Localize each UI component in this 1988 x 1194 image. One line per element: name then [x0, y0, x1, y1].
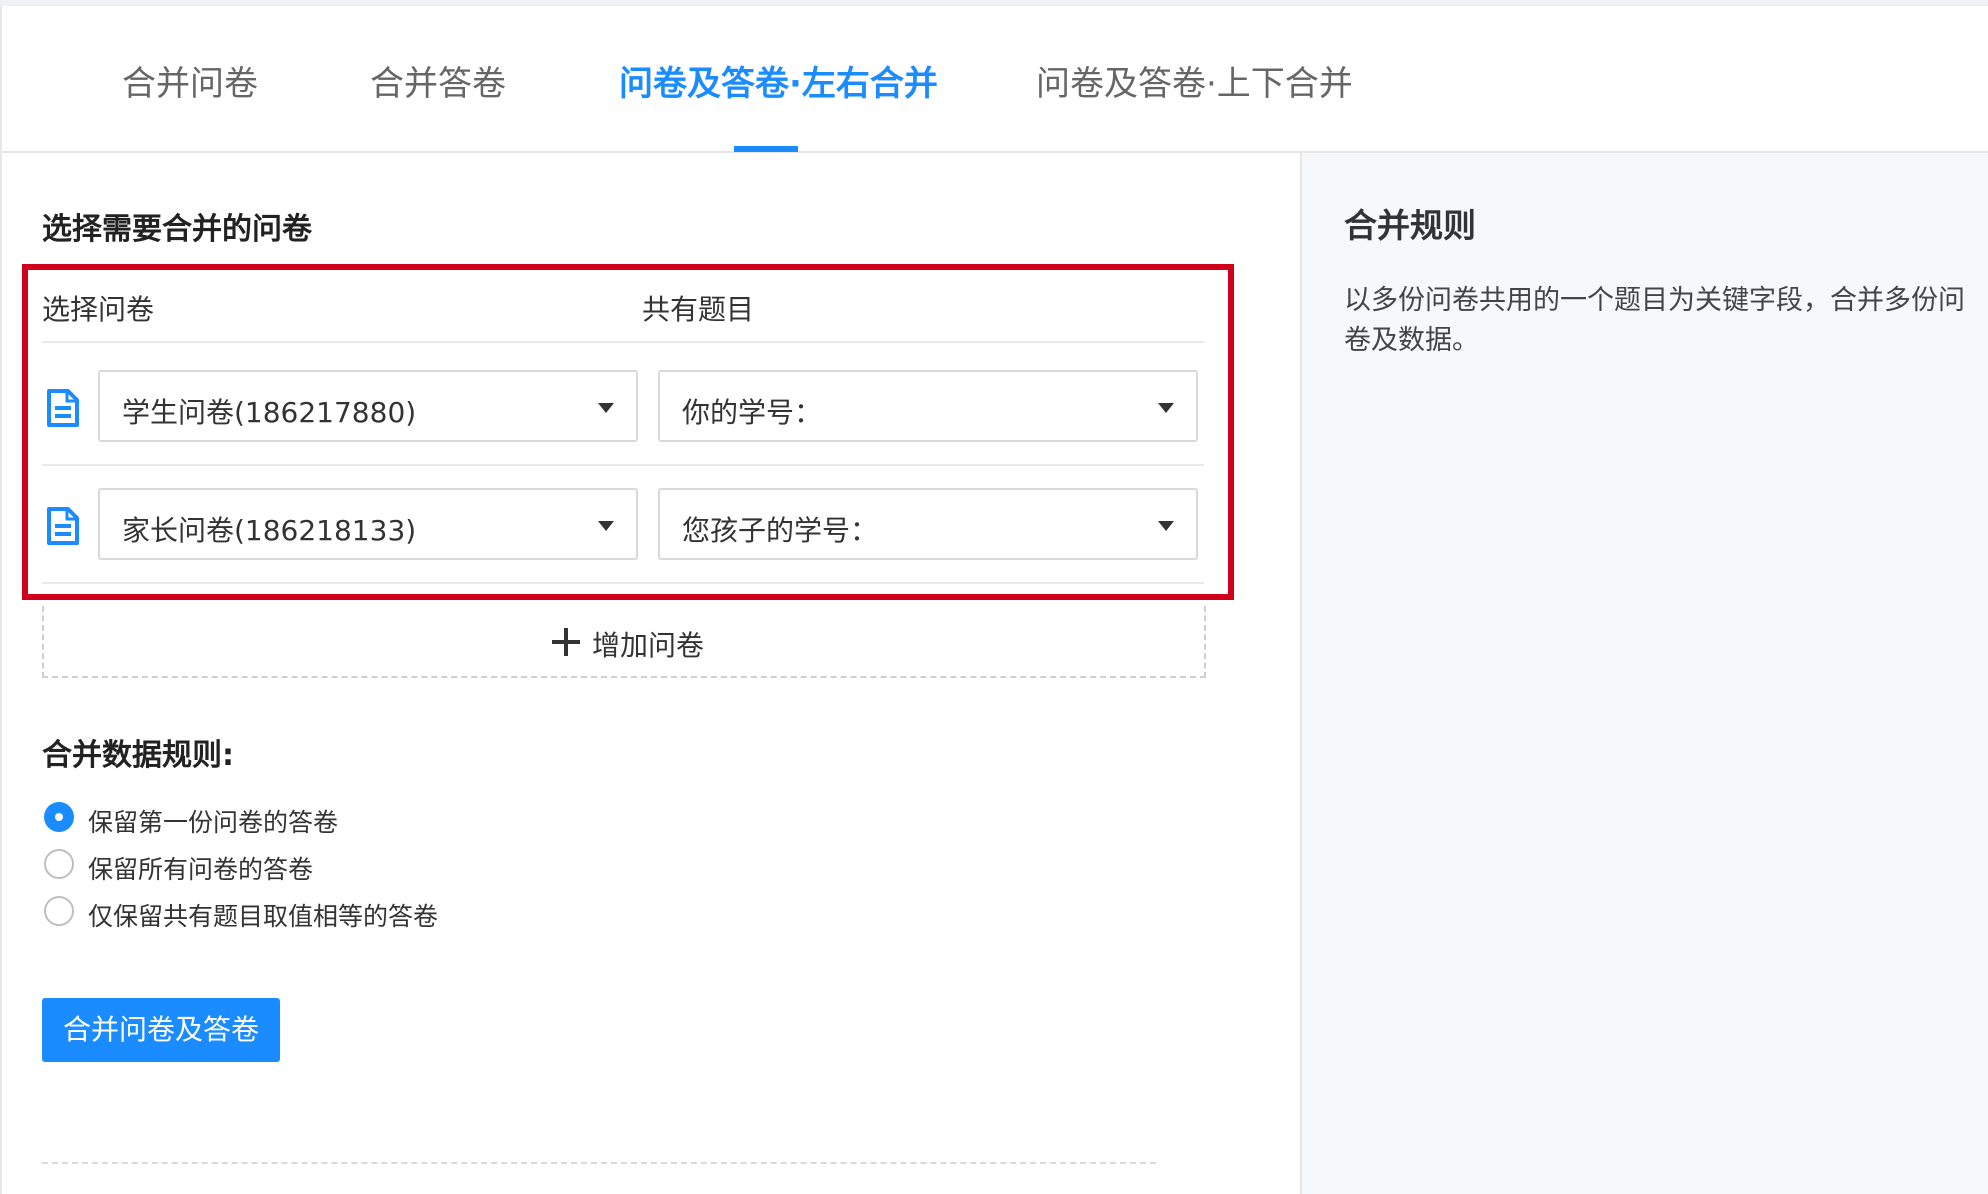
divider	[42, 1162, 1156, 1164]
divider	[42, 582, 1204, 584]
caret-down-icon	[1158, 403, 1174, 413]
radio-unchecked-icon	[44, 849, 74, 879]
divider	[42, 464, 1204, 466]
tab-merge-left-right[interactable]: 问卷及答卷·左右合并	[619, 56, 938, 105]
side-panel-description: 以多份问卷共用的一个题目为关键字段，合并多份问卷及数据。	[1344, 285, 1965, 356]
radio-label: 保留第一份问卷的答卷	[88, 808, 339, 837]
column-header-common-question: 共有题目	[642, 293, 755, 326]
tab-merge-answers[interactable]: 合并答卷	[370, 56, 506, 105]
tab-bar: 合并问卷 合并答卷 问卷及答卷·左右合并 问卷及答卷·上下合并	[2, 6, 1988, 153]
caret-down-icon	[598, 521, 614, 531]
merge-submit-button[interactable]: 合并问卷及答卷	[42, 998, 280, 1062]
column-header-survey: 选择问卷	[42, 293, 155, 326]
page-frame: 合并问卷 合并答卷 问卷及答卷·左右合并 问卷及答卷·上下合并 选择需要合并的问…	[0, 6, 1988, 1194]
radio-label: 仅保留共有题目取值相等的答卷	[88, 902, 439, 931]
side-panel-title: 合并规则	[1344, 206, 1476, 245]
plus-icon	[552, 628, 580, 656]
side-panel: 合并规则 以多份问卷共用的一个题目为关键字段，合并多份问卷及数据。	[1300, 153, 1988, 1194]
document-icon	[47, 389, 79, 427]
question-select-value: 您孩子的学号：	[682, 514, 879, 547]
question-select-2[interactable]: 您孩子的学号：	[658, 488, 1198, 560]
section-title: 选择需要合并的问卷	[42, 212, 312, 247]
radio-label: 保留所有问卷的答卷	[88, 855, 314, 884]
divider	[42, 341, 1204, 343]
tab-merge-top-bottom[interactable]: 问卷及答卷·上下合并	[1036, 56, 1353, 105]
merge-rules-title: 合并数据规则:	[42, 738, 234, 773]
radio-unchecked-icon	[44, 896, 74, 926]
survey-select-1[interactable]: 学生问卷(186217880)	[98, 370, 638, 442]
radio-checked-icon	[44, 802, 74, 832]
survey-select-value: 学生问卷(186217880)	[122, 396, 417, 429]
survey-select-value: 家长问卷(186218133)	[122, 514, 417, 547]
caret-down-icon	[1158, 521, 1174, 531]
caret-down-icon	[598, 403, 614, 413]
add-survey-label: 增加问卷	[592, 629, 705, 662]
active-tab-indicator	[734, 146, 798, 152]
document-icon	[47, 507, 79, 545]
tab-merge-surveys[interactable]: 合并问卷	[122, 56, 258, 105]
question-select-1[interactable]: 你的学号：	[658, 370, 1198, 442]
survey-select-2[interactable]: 家长问卷(186218133)	[98, 488, 638, 560]
question-select-value: 你的学号：	[682, 396, 823, 429]
add-survey-button[interactable]: 增加问卷	[42, 606, 1206, 678]
